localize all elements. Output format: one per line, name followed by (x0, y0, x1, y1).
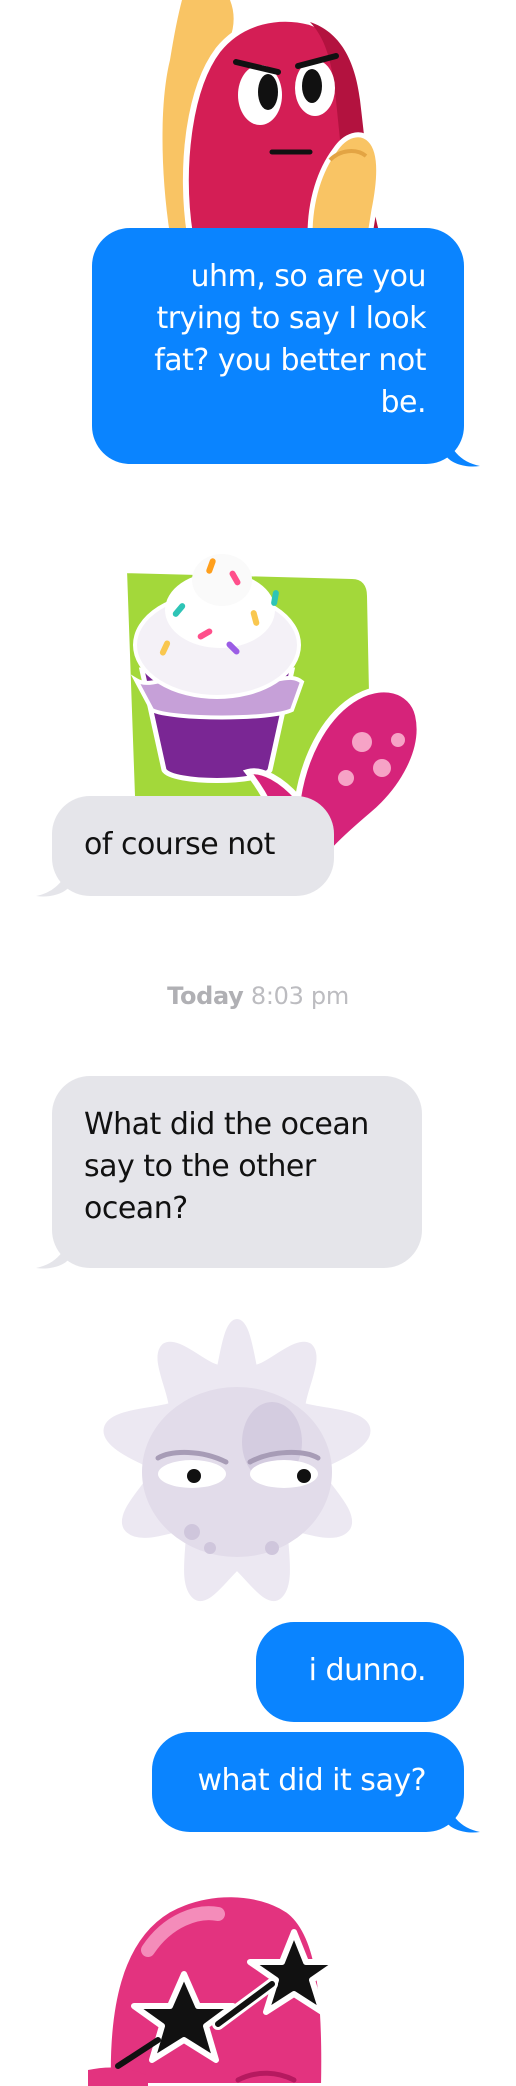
timestamp: Today 8:03 pm (0, 982, 516, 1010)
pink-blob-star-glasses-sticker[interactable] (88, 1890, 388, 2086)
timestamp-time: 8:03 pm (250, 982, 349, 1010)
message-text: what did it say? (197, 1763, 426, 1798)
timestamp-day: Today (167, 982, 244, 1010)
message-text: uhm, so are you trying to say I look fat… (154, 259, 426, 420)
message-text: What did the ocean say to the other ocea… (84, 1107, 369, 1226)
incoming-message-bubble[interactable]: of course not (52, 796, 334, 896)
incoming-bubble-tail (36, 858, 70, 897)
outgoing-message-bubble[interactable]: i dunno. (256, 1622, 464, 1722)
grumpy-white-star-sticker[interactable] (72, 1312, 402, 1642)
outgoing-message-bubble[interactable]: what did it say? (152, 1732, 464, 1832)
incoming-message-bubble[interactable]: What did the ocean say to the other ocea… (52, 1076, 422, 1268)
incoming-bubble-tail (36, 1230, 70, 1269)
worried-red-blob-sticker[interactable] (160, 0, 410, 235)
message-text: of course not (84, 827, 275, 862)
outgoing-bubble-tail (446, 1794, 480, 1833)
outgoing-message-bubble[interactable]: uhm, so are you trying to say I look fat… (92, 228, 464, 464)
outgoing-bubble-tail (446, 428, 480, 467)
message-text: i dunno. (308, 1653, 427, 1688)
